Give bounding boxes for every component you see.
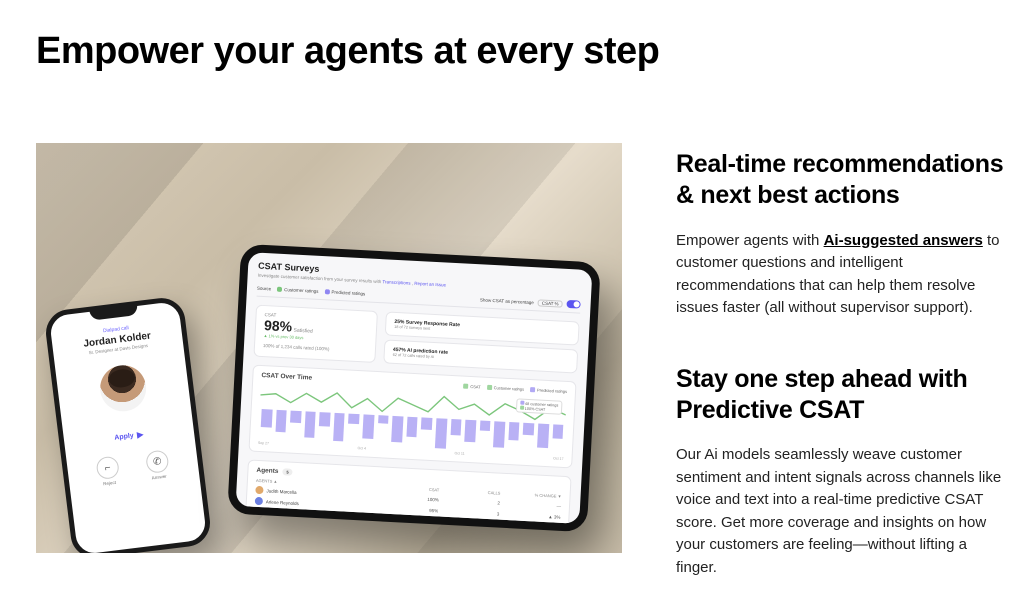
agent-calls: 3 (438, 508, 499, 516)
legend-dot-icon (463, 384, 468, 389)
phone-answer-button: ✆ Answer (145, 449, 170, 480)
axis-tick: Oct 4 (357, 446, 366, 450)
avatar (255, 497, 263, 505)
tooltip-dot-icon (520, 401, 524, 405)
axis-tick: Oct 17 (553, 456, 564, 461)
legend-dot-icon (530, 387, 535, 392)
chip-customer-ratings: Customer ratings (277, 286, 318, 293)
col-calls: CALLS (439, 487, 500, 495)
phone-reject-label: Reject (103, 480, 116, 487)
agent-change: — (500, 500, 561, 508)
section-heading-predictive-csat: Stay one step ahead with Predictive CSAT (676, 364, 1004, 427)
chip-predicted-label: Predicted ratings (331, 289, 365, 296)
tooltip-dot-icon (520, 406, 524, 410)
dot-icon (277, 286, 282, 291)
play-icon (136, 431, 144, 439)
phone-answer-label: Answer (151, 474, 167, 481)
section-body-recommendations: Empower agents with Ai-suggested answers… (676, 230, 1004, 320)
hero-devices-image: Dialpad call Jordan Kolder Sr. Designer … (36, 143, 622, 553)
agent-name: Arlene Reynolds (266, 499, 299, 506)
phone-apply-button: Apply (114, 431, 144, 442)
avatar (255, 486, 263, 494)
phone-apply-label: Apply (114, 432, 134, 441)
avatar (97, 363, 148, 414)
csat-value: 98% (264, 317, 293, 334)
agent-name: Judith Marcella (266, 488, 296, 495)
section-body-predictive-csat: Our Ai models seamlessly weave customer … (676, 444, 1004, 579)
legend-pred: Predicted ratings (537, 387, 567, 394)
csat-status: Satisfied (293, 328, 312, 335)
toggle-state: CSAT % (538, 299, 563, 307)
phone-hangup-icon: ⌐ (95, 456, 120, 481)
phone-mock: Dialpad call Jordan Kolder Sr. Designer … (43, 295, 212, 553)
toggle-label: Show CSAT as percentage (480, 297, 534, 305)
tooltip-line2: 100% CSAT (525, 407, 546, 412)
section-body-pre: Empower agents with (676, 232, 824, 249)
dot-icon (324, 289, 329, 294)
axis-tick: Sep 27 (258, 441, 269, 446)
agent-calls: 2 (439, 497, 500, 505)
csat-percent-toggle: Show CSAT as percentage CSAT % (480, 295, 581, 308)
agents-count: 5 (282, 468, 293, 476)
agents-table: Agents5 AGENTS ▲ CSAT CALLS % CHANGE ▼ J… (245, 459, 571, 528)
legend-csat: CSAT (470, 384, 481, 390)
agent-change: ▲ 3% (499, 511, 560, 519)
legend-dot-icon (487, 385, 492, 390)
chart-tooltip: 48 customer ratings 100% CSAT (515, 398, 562, 414)
legend-cust: Customer ratings (494, 385, 525, 392)
chip-customer-label: Customer ratings (284, 287, 318, 294)
source-label: Source (257, 285, 272, 291)
col-change: % CHANGE ▼ (500, 491, 561, 499)
report-issue-link: Report an Issue (414, 281, 446, 288)
phone-reject-button: ⌐ Reject (95, 456, 120, 487)
agent-csat: 95% (377, 505, 438, 513)
chart-title: CSAT Over Time (261, 372, 312, 382)
col-csat: CSAT (378, 484, 439, 492)
ai-suggested-answers-link[interactable]: Ai-suggested answers (824, 232, 983, 249)
agent-csat: 100% (378, 494, 439, 502)
csat-card: CSAT 98% Satisfied ▲ 1% vs prev 30 days … (253, 305, 378, 363)
transcriptions-link: Transcriptions (382, 279, 410, 285)
section-heading-recommendations: Real-time recommendations & next best ac… (676, 149, 1004, 212)
toggle-switch-icon (566, 300, 580, 309)
ai-prediction-card: 457% AI prediction rate 62 of 72 calls r… (383, 339, 578, 373)
chip-predicted-ratings: Predicted ratings (324, 289, 365, 296)
csat-coverage: 100% of 1,234 calls rated (100%) (263, 343, 367, 353)
axis-tick: Oct 11 (454, 451, 464, 456)
agents-title: Agents (256, 467, 278, 475)
chart-legend: CSAT Customer ratings Predicted ratings (463, 384, 567, 394)
phone-answer-icon: ✆ (145, 449, 170, 474)
page-heading: Empower your agents at every step (36, 30, 1004, 73)
csat-over-time-chart: CSAT Over Time CSAT Customer ratings Pre… (248, 365, 576, 469)
tablet-mock: CSAT Surveys Investigate customer satisf… (227, 244, 601, 532)
phone-notch (89, 305, 138, 321)
